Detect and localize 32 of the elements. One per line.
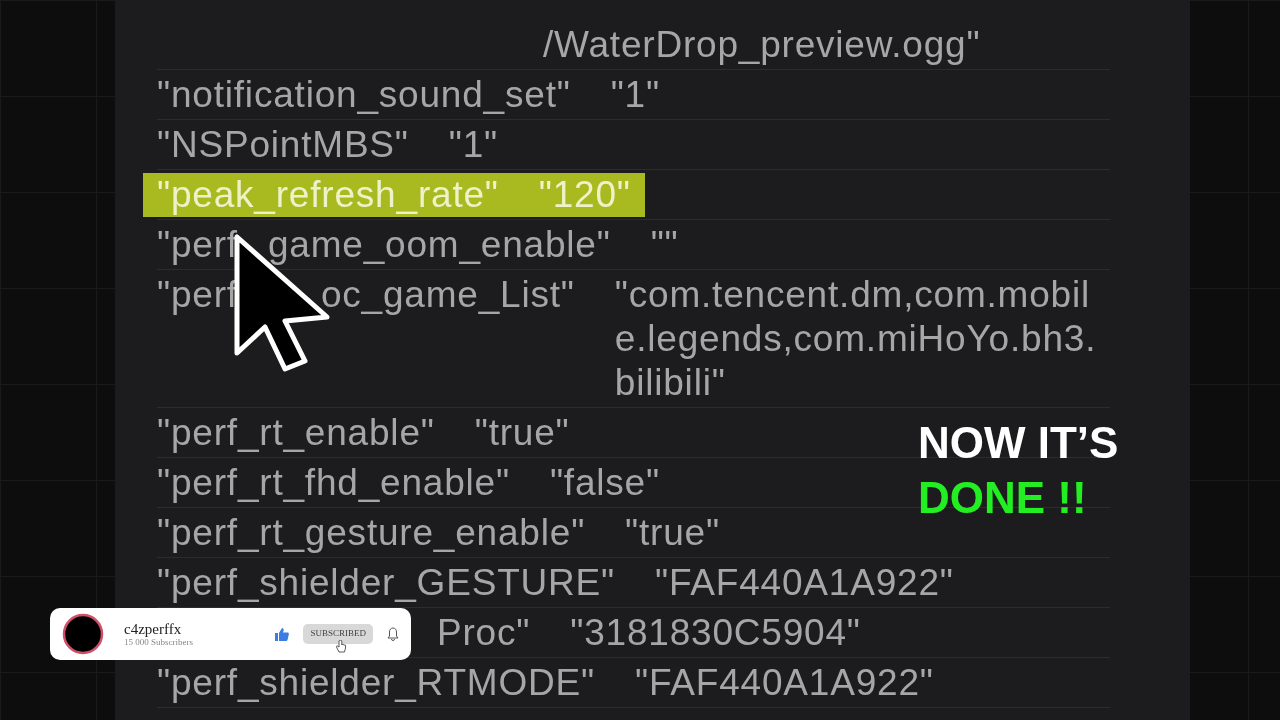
setting-key: "perf_rt_enable" — [157, 411, 435, 455]
setting-value: "" — [650, 223, 679, 267]
setting-value: "FAF440A1A922" — [635, 661, 934, 705]
setting-key: "perf_shielder_RTMODE" — [157, 661, 595, 705]
setting-value: "true" — [474, 411, 570, 455]
setting-key: "perf_rt_fhd_enable" — [157, 461, 510, 505]
setting-value: "FAF440A1A922" — [655, 561, 954, 605]
avatar — [62, 613, 104, 655]
setting-key: Proc" — [437, 611, 531, 655]
subscriber-count: 15 000 Subscribers — [124, 636, 194, 648]
setting-value: "true" — [625, 511, 720, 555]
setting-value: /WaterDrop_preview.ogg" — [543, 23, 981, 67]
setting-key: game_oom_enable" — [267, 223, 611, 267]
caption-text: NOW IT’S — [918, 417, 1119, 469]
bell-icon[interactable] — [387, 627, 399, 641]
setting-value: "3181830C5904" — [570, 611, 861, 655]
setting-key: "perf_shielder_GESTURE" — [157, 561, 615, 605]
setting-value: "1" — [448, 123, 499, 167]
setting-value: "false" — [549, 461, 660, 505]
setting-key: "peak_refresh_rate" — [157, 173, 499, 217]
hand-cursor-icon — [336, 640, 346, 653]
setting-key: "NSPointMBS" — [157, 123, 409, 167]
channel-name: c4zperffx — [124, 620, 183, 637]
thumbs-up-icon[interactable] — [275, 627, 290, 641]
setting-value: "1" — [610, 73, 660, 117]
setting-key: oc_game_List" — [320, 273, 575, 405]
setting-value: "com.tencent.dm,com.mobile.legends,com.miHoYo.bh3.bilibili" — [614, 273, 1098, 405]
subscribe-button[interactable]: SUBSCRIBED — [303, 624, 373, 644]
caption-text: DONE !! — [918, 472, 1088, 524]
setting-key: "perf_rt_gesture_enable" — [157, 511, 586, 555]
setting-value: "120" — [538, 173, 631, 217]
setting-key: "notification_sound_set" — [157, 73, 571, 117]
